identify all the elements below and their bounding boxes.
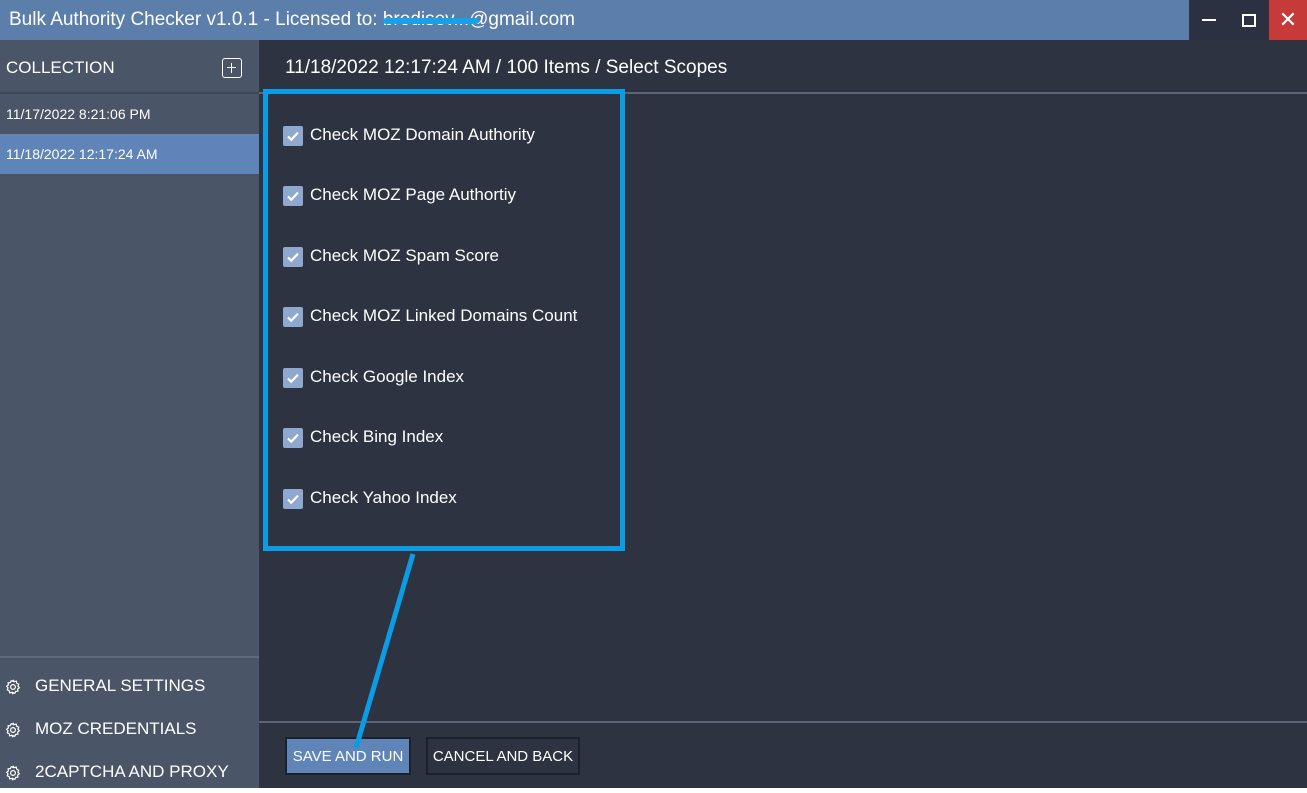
title-bar[interactable]: Bulk Authority Checker v1.0.1 - Licensed… (0, 0, 1307, 40)
maximize-icon (1242, 13, 1256, 27)
collection-item-label: 11/18/2022 12:17:24 AM (6, 146, 158, 162)
collection-item-selected[interactable]: 11/18/2022 12:17:24 AM (0, 134, 259, 174)
breadcrumb: 11/18/2022 12:17:24 AM / 100 Items / Sel… (285, 57, 728, 78)
general-settings-label: GENERAL SETTINGS (35, 676, 206, 695)
captcha-proxy-label: 2CAPTCHA AND PROXY (35, 762, 229, 781)
sidebar-footer: GENERAL SETTINGS MOZ CREDENTIALS 2CAPTCH… (0, 656, 259, 781)
collection-heading: COLLECTION (6, 58, 115, 77)
general-settings-link[interactable]: GENERAL SETTINGS (0, 670, 259, 710)
license-email: brodisev...@gmail.com (382, 9, 575, 30)
minimize-icon (1202, 19, 1216, 21)
sidebar: COLLECTION 11/17/2022 8:21:06 PM 11/18/2… (0, 40, 259, 788)
moz-credentials-label: MOZ CREDENTIALS (35, 719, 197, 738)
gear-icon (5, 679, 21, 695)
window-title: Bulk Authority Checker v1.0.1 - Licensed… (9, 9, 575, 31)
sidebar-header: COLLECTION (0, 40, 259, 94)
redaction-mark (382, 18, 479, 24)
annotation-highlight-box (263, 89, 625, 551)
collection-item-label: 11/17/2022 8:21:06 PM (6, 106, 151, 122)
action-bar: SAVE AND RUN CANCEL AND BACK (259, 721, 1307, 788)
save-and-run-button[interactable]: SAVE AND RUN (285, 737, 411, 775)
moz-credentials-link[interactable]: MOZ CREDENTIALS (0, 713, 259, 753)
collection-item[interactable]: 11/17/2022 8:21:06 PM (0, 94, 259, 134)
window-bottom-edge (0, 788, 1307, 793)
plus-square-icon[interactable] (222, 58, 242, 78)
close-button[interactable]: ✕ (1269, 0, 1307, 40)
gear-icon (5, 722, 21, 738)
main-header: 11/18/2022 12:17:24 AM / 100 Items / Sel… (259, 40, 1307, 94)
cancel-and-back-button[interactable]: CANCEL AND BACK (426, 737, 580, 775)
maximize-button[interactable] (1229, 0, 1269, 40)
minimize-button[interactable] (1189, 0, 1229, 40)
window-title-prefix: Bulk Authority Checker v1.0.1 - Licensed… (9, 9, 383, 30)
gear-icon (5, 765, 21, 781)
close-icon: ✕ (1278, 7, 1298, 32)
